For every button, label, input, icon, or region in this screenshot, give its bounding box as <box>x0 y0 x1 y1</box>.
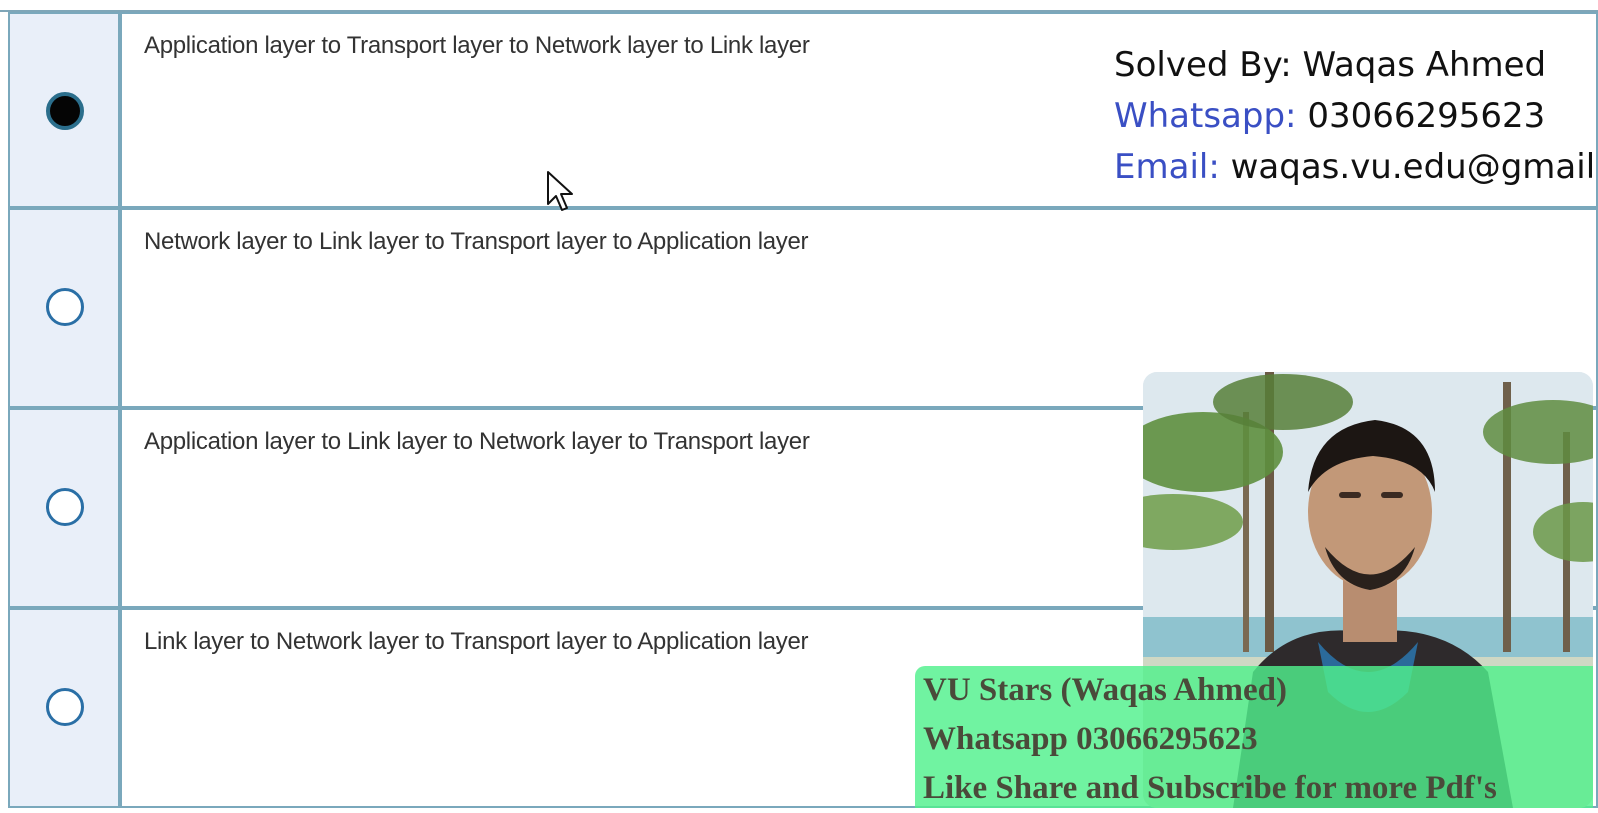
email-key: Email: <box>1114 147 1220 187</box>
channel-banner: VU Stars (Waqas Ahmed) Whatsapp 03066295… <box>915 666 1593 808</box>
email-value: waqas.vu.edu@gmail <box>1230 147 1596 187</box>
banner-whatsapp: Whatsapp 03066295623 <box>923 721 1258 757</box>
solved-by-text: Solved By: Waqas Ahmed <box>1114 45 1547 85</box>
banner-subscribe-text: Like Share and Subscribe for more Pdf's <box>923 770 1497 806</box>
option-2-label[interactable]: Network layer to Link layer to Transport… <box>144 228 809 256</box>
email-line: Email: waqas.vu.edu@gmail <box>1114 142 1595 193</box>
option-1-label[interactable]: Application layer to Transport layer to … <box>144 32 810 60</box>
solver-info: Solved By: Waqas Ahmed Whatsapp: 0306629… <box>1114 40 1595 193</box>
banner-channel-name: VU Stars (Waqas Ahmed) <box>923 672 1287 708</box>
option-1-radio[interactable] <box>46 92 84 130</box>
option-3-radio[interactable] <box>46 488 84 526</box>
option-4-radio-cell[interactable] <box>10 610 122 806</box>
whatsapp-key: Whatsapp: <box>1114 96 1297 136</box>
option-2-radio[interactable] <box>46 288 84 326</box>
option-1-radio-cell[interactable] <box>10 14 122 206</box>
whatsapp-value: 03066295623 <box>1307 96 1546 136</box>
option-3-label[interactable]: Application layer to Link layer to Netwo… <box>144 428 810 456</box>
option-4-radio[interactable] <box>46 688 84 726</box>
previous-question-edge <box>0 0 1598 12</box>
whatsapp-line: Whatsapp: 03066295623 <box>1114 91 1595 142</box>
option-2-radio-cell[interactable] <box>10 210 122 406</box>
option-3-radio-cell[interactable] <box>10 410 122 606</box>
option-4-label[interactable]: Link layer to Network layer to Transport… <box>144 628 809 656</box>
mouse-cursor-icon <box>547 171 573 211</box>
